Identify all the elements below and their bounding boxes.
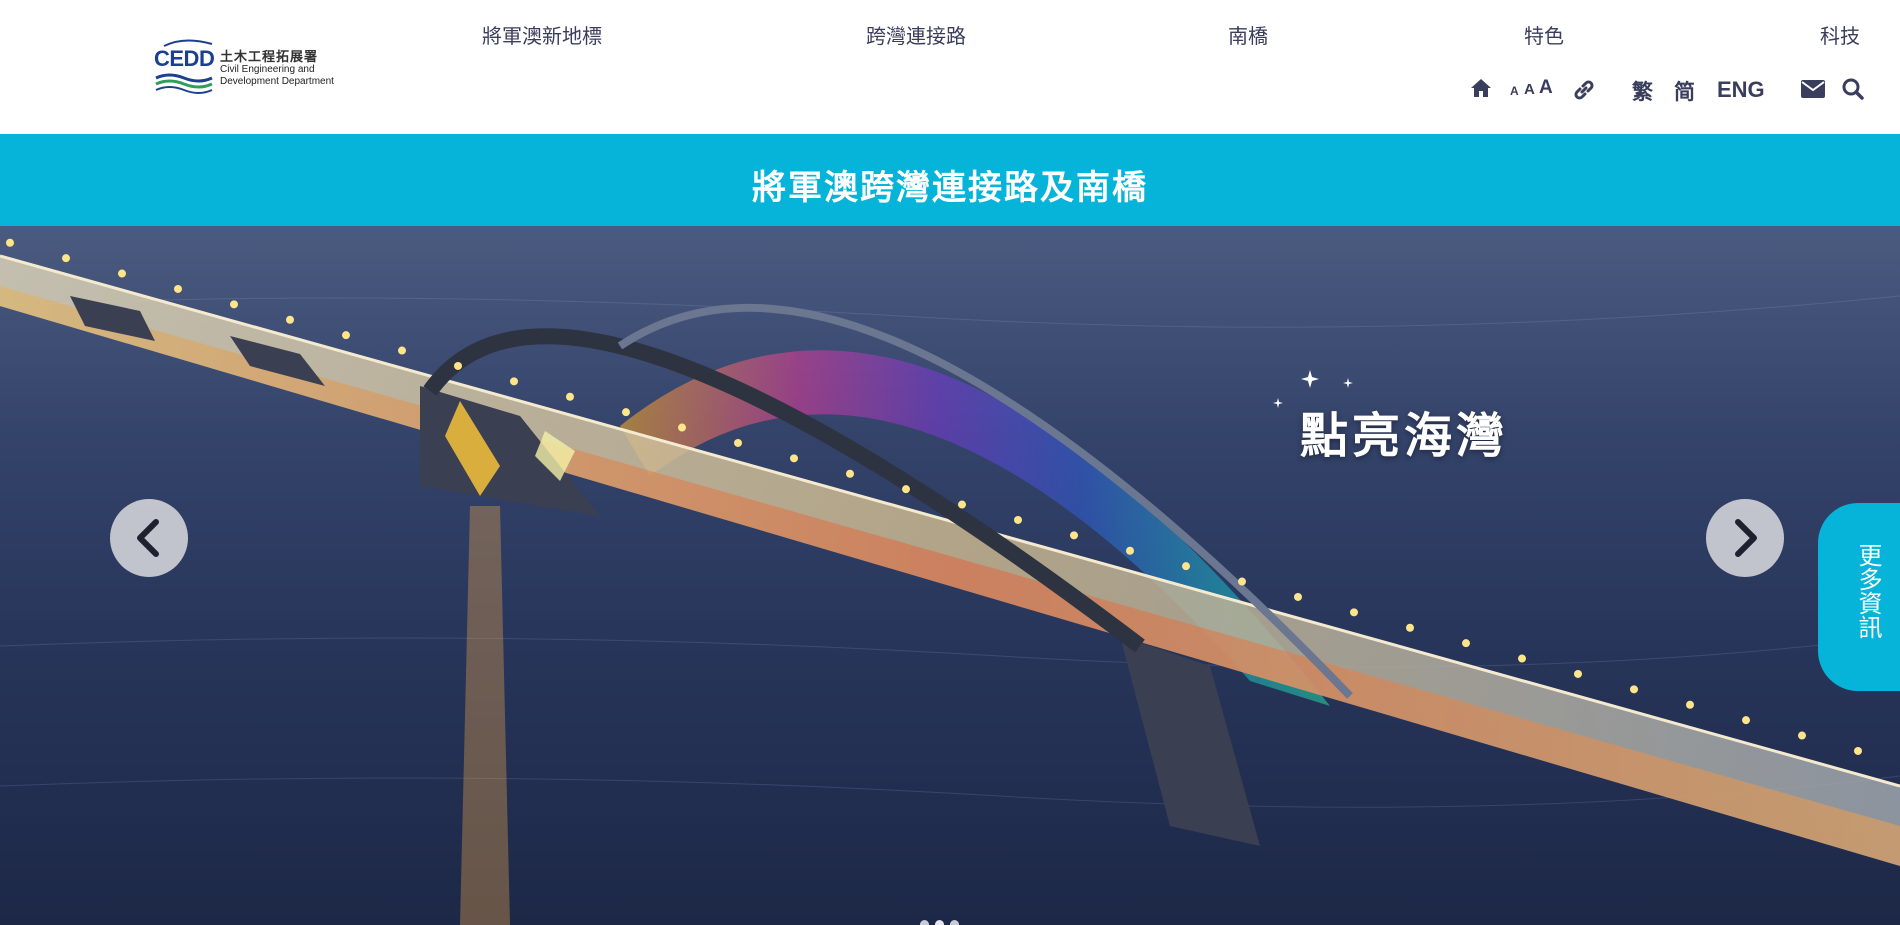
street-lamp [678,423,686,432]
street-lamp [1014,515,1022,524]
logo-abbr: CEDD [154,46,215,71]
street-lamp [1574,669,1582,678]
font-size-large-button[interactable]: A [1539,77,1553,99]
street-lamp [622,408,630,417]
logo-name-en-line1: Civil Engineering and [220,64,315,75]
street-lamp [1350,608,1358,617]
chevron-right-icon [1735,519,1757,557]
lang-simplified-button[interactable]: 简 [1674,76,1695,106]
street-lamp [286,315,294,324]
nav-item-south-bridge[interactable]: 南橋 [1228,20,1268,49]
street-lamp [62,254,70,263]
street-lamp [1854,746,1862,755]
mail-icon[interactable] [1801,80,1825,102]
nav-item-technology[interactable]: 科技 [1820,20,1860,49]
street-lamp [1182,562,1190,571]
street-lamp [958,500,966,509]
street-lamp [846,469,854,478]
more-info-tab[interactable]: 更多資訊 [1818,503,1900,691]
lang-traditional-button[interactable]: 繁 [1632,76,1653,106]
lang-english-button[interactable]: ENG [1717,77,1765,103]
carousel-dot[interactable] [950,920,959,925]
hero-carousel: 點亮海灣 更多資訊 [0,226,1900,925]
carousel-prev-button[interactable] [110,499,188,577]
street-lamp [1238,577,1246,586]
chevron-left-icon [137,519,159,557]
slide-caption: 點亮海灣 [1300,408,1509,464]
street-lamp [230,300,238,309]
street-lamp [1406,623,1414,632]
street-lamp [1630,685,1638,694]
font-size-small-button[interactable]: A [1510,84,1519,98]
nav-item-features[interactable]: 特色 [1524,20,1564,49]
cedd-logo[interactable]: CEDD 土木工程拓展署 Civil Engineering and Devel… [154,36,344,96]
street-lamp [566,392,574,401]
street-lamp [1686,700,1694,709]
logo-name-zh: 土木工程拓展署 [220,50,319,65]
search-icon[interactable] [1842,78,1864,104]
font-size-medium-button[interactable]: A [1524,81,1535,98]
carousel-dot-active[interactable] [935,920,944,925]
street-lamp [342,331,350,340]
street-lamp [734,438,742,447]
street-lamp [1070,531,1078,540]
link-icon[interactable] [1572,78,1596,106]
street-lamp [510,377,518,386]
street-lamp [6,238,14,247]
carousel-dot[interactable] [920,920,929,925]
street-lamp [1126,546,1134,555]
street-lamp [790,454,798,463]
more-info-label: 更多資訊 [1854,543,1882,639]
page-title-band: 將軍澳跨灣連接路及南橋 [0,134,1900,226]
street-lamp [1798,731,1806,740]
bridge-night-image [0,238,1900,925]
street-lamp [174,284,182,293]
street-lamp [902,485,910,494]
page-title: 將軍澳跨灣連接路及南橋 [752,168,1148,208]
street-lamp [1294,592,1302,601]
street-lamp [1518,654,1526,663]
street-lamp [1742,716,1750,725]
home-icon[interactable] [1470,78,1492,102]
site-header: CEDD 土木工程拓展署 Civil Engineering and Devel… [0,0,1900,134]
carousel-next-button[interactable] [1706,499,1784,577]
street-lamp [398,346,406,355]
street-lamp [454,361,462,370]
nav-item-cross-bay-link[interactable]: 跨灣連接路 [866,20,966,49]
nav-item-landmark[interactable]: 將軍澳新地標 [482,20,602,49]
street-lamp [1462,639,1470,648]
logo-name-en-line2: Development Department [220,76,334,87]
street-lamp [118,269,126,278]
